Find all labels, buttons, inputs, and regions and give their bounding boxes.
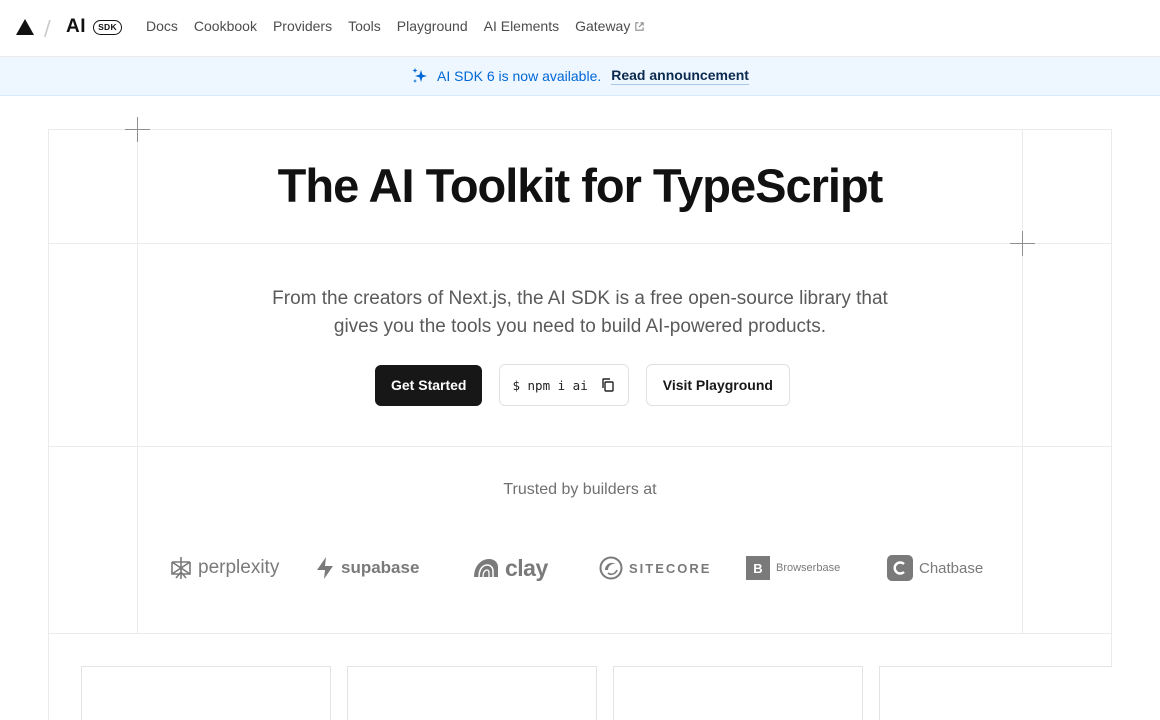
nav-link-tools[interactable]: Tools <box>348 18 381 34</box>
sitecore-icon <box>599 556 623 580</box>
install-command: $ npm i ai <box>512 377 588 393</box>
chatbase-icon <box>887 555 913 581</box>
feature-card-3[interactable] <box>613 666 863 720</box>
cta-row: Get Started $ npm i ai Visit Playground <box>375 364 790 406</box>
nav-link-docs[interactable]: Docs <box>146 18 178 34</box>
install-command-box[interactable]: $ npm i ai <box>499 364 629 406</box>
supabase-logo: supabase <box>315 552 419 584</box>
grid-line-logos-bottom <box>48 633 1112 634</box>
browserbase-wordmark: Browserbase <box>776 562 841 574</box>
chatbase-logo: Chatbase <box>887 552 983 584</box>
hero-subtitle: From the creators of Next.js, the AI SDK… <box>272 288 888 337</box>
nav-link-cookbook[interactable]: Cookbook <box>194 18 257 34</box>
supabase-icon <box>317 557 333 579</box>
clay-icon <box>474 559 498 578</box>
nav-link-providers[interactable]: Providers <box>273 18 332 34</box>
browserbase-icon: B <box>746 556 770 580</box>
hero-frame <box>48 129 1112 720</box>
top-navigation: / AI SDK Docs Cookbook Providers Tools P… <box>0 0 1160 57</box>
page-title: The AI Toolkit for TypeScript <box>277 159 884 212</box>
browserbase-logo: B Browserbase <box>746 552 840 584</box>
announcement-banner: AI SDK 6 is now available. Read announce… <box>0 57 1160 96</box>
get-started-button[interactable]: Get Started <box>375 364 483 406</box>
grid-line-right <box>1022 129 1023 633</box>
chatbase-wordmark: Chatbase <box>919 559 984 577</box>
external-link-icon <box>635 21 645 31</box>
feature-card-2[interactable] <box>347 666 597 720</box>
nav-links: Docs Cookbook Providers Tools Playground… <box>146 18 645 34</box>
banner-text: AI SDK 6 is now available. <box>437 68 602 84</box>
sitecore-logo: SITECORE <box>599 552 711 584</box>
nav-link-playground[interactable]: Playground <box>397 18 468 34</box>
brand-name[interactable]: AI <box>66 16 86 38</box>
feature-card-4[interactable] <box>879 666 1112 720</box>
clay-logo: clay <box>473 552 548 584</box>
trusted-heading: Trusted by builders at <box>503 481 657 498</box>
supabase-wordmark: supabase <box>341 558 420 577</box>
perplexity-wordmark: perplexity <box>198 557 280 578</box>
visit-playground-button[interactable]: Visit Playground <box>645 364 790 406</box>
vercel-triangle-icon[interactable] <box>16 19 34 35</box>
nav-link-gateway[interactable]: Gateway <box>575 18 645 34</box>
grid-line-title-bottom <box>48 243 1112 244</box>
logo-separator: / <box>44 16 51 40</box>
feature-card-1[interactable] <box>81 666 331 720</box>
clay-wordmark: clay <box>505 554 548 581</box>
sitecore-wordmark: SITECORE <box>629 560 712 576</box>
nav-link-ai-elements[interactable]: AI Elements <box>484 18 559 34</box>
perplexity-logo: perplexity <box>170 552 279 584</box>
sparkles-icon <box>412 68 428 83</box>
read-announcement-link[interactable]: Read announcement <box>611 67 749 85</box>
banner-content: AI SDK 6 is now available. Read announce… <box>411 67 749 85</box>
brand-badge[interactable]: SDK <box>93 20 122 35</box>
crosshair-marker-right <box>1010 231 1035 256</box>
grid-line-hero-bottom <box>48 446 1112 447</box>
crosshair-marker-top-left <box>125 117 150 142</box>
perplexity-icon <box>171 557 191 579</box>
nav-link-gateway-label: Gateway <box>575 18 631 34</box>
customer-logos: perplexity supabase clay SITECORE B Brow… <box>170 552 990 584</box>
copy-icon[interactable] <box>600 377 616 393</box>
